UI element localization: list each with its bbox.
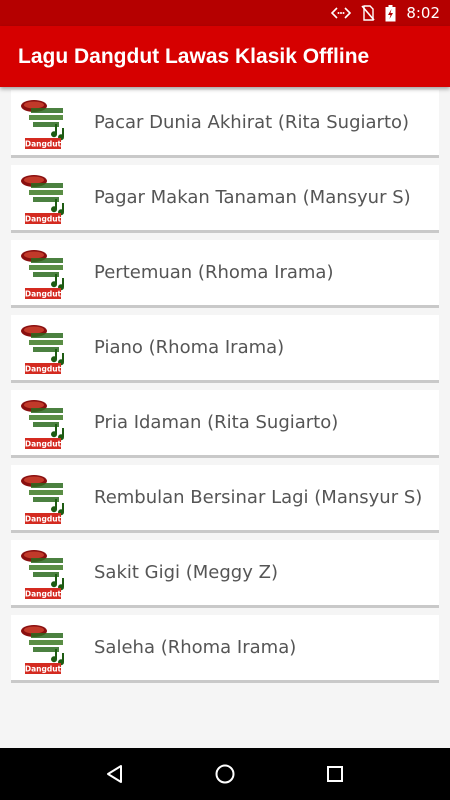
song-list[interactable]: Dangdut Pacar Dunia Akhirat (Rita Sugiar… — [0, 87, 450, 748]
song-title: Rembulan Bersinar Lagi (Mansyur S) — [94, 487, 423, 508]
dangdut-logo-icon: Dangdut — [17, 543, 75, 602]
song-thumbnail: Dangdut — [11, 389, 81, 457]
status-time: 8:02 — [406, 4, 440, 22]
list-item[interactable]: Dangdut Pria Idaman (Rita Sugiarto) — [11, 390, 439, 458]
song-thumbnail: Dangdut — [11, 164, 81, 232]
list-item[interactable]: Dangdut Pertemuan (Rhoma Irama) — [11, 240, 439, 308]
status-bar: 8:02 — [0, 0, 450, 26]
song-title: Pacar Dunia Akhirat (Rita Sugiarto) — [94, 112, 410, 133]
no-sim-icon — [361, 5, 375, 21]
thumb-label: Dangdut — [25, 214, 62, 223]
song-thumbnail: Dangdut — [11, 239, 81, 307]
back-icon — [107, 765, 122, 783]
thumb-label: Dangdut — [25, 514, 62, 523]
song-title: Pria Idaman (Rita Sugiarto) — [94, 412, 339, 433]
back-button[interactable] — [95, 754, 135, 794]
song-thumbnail: Dangdut — [11, 314, 81, 382]
dangdut-logo-icon: Dangdut — [17, 168, 75, 227]
song-title: Saleha (Rhoma Irama) — [94, 637, 297, 658]
dangdut-logo-icon: Dangdut — [17, 243, 75, 302]
dangdut-logo-icon: Dangdut — [17, 93, 75, 152]
list-item[interactable]: Dangdut Pagar Makan Tanaman (Mansyur S) — [11, 165, 439, 233]
song-thumbnail: Dangdut — [11, 539, 81, 607]
song-title: Pertemuan (Rhoma Irama) — [94, 262, 334, 283]
song-thumbnail: Dangdut — [11, 614, 81, 682]
song-title: Pagar Makan Tanaman (Mansyur S) — [94, 187, 411, 208]
home-icon — [215, 764, 235, 784]
thumb-label: Dangdut — [25, 364, 62, 373]
song-title: Sakit Gigi (Meggy Z) — [94, 562, 278, 583]
page-title: Lagu Dangdut Lawas Klasik Offline — [18, 44, 370, 68]
list-item[interactable]: Dangdut Rembulan Bersinar Lagi (Mansyur … — [11, 465, 439, 533]
home-button[interactable] — [205, 754, 245, 794]
recents-button[interactable] — [315, 754, 355, 794]
battery-charging-icon — [385, 4, 396, 22]
thumb-label: Dangdut — [25, 589, 62, 598]
thumb-label: Dangdut — [25, 289, 62, 298]
data-transfer-icon — [331, 6, 352, 20]
list-item[interactable]: Dangdut Saleha (Rhoma Irama) — [11, 615, 439, 683]
app-bar: Lagu Dangdut Lawas Klasik Offline — [0, 26, 450, 87]
navigation-bar — [0, 748, 450, 800]
dangdut-logo-icon: Dangdut — [17, 393, 75, 452]
song-thumbnail: Dangdut — [11, 464, 81, 532]
dangdut-logo-icon: Dangdut — [17, 618, 75, 677]
thumb-label: Dangdut — [25, 139, 62, 148]
list-item[interactable]: Dangdut Piano (Rhoma Irama) — [11, 315, 439, 383]
dangdut-logo-icon: Dangdut — [17, 468, 75, 527]
thumb-label: Dangdut — [25, 664, 62, 673]
thumb-label: Dangdut — [25, 439, 62, 448]
song-thumbnail: Dangdut — [11, 89, 81, 157]
song-title: Piano (Rhoma Irama) — [94, 337, 285, 358]
recents-icon — [327, 766, 343, 782]
list-item[interactable]: Dangdut Sakit Gigi (Meggy Z) — [11, 540, 439, 608]
list-item[interactable]: Dangdut Pacar Dunia Akhirat (Rita Sugiar… — [11, 90, 439, 158]
dangdut-logo-icon: Dangdut — [17, 318, 75, 377]
